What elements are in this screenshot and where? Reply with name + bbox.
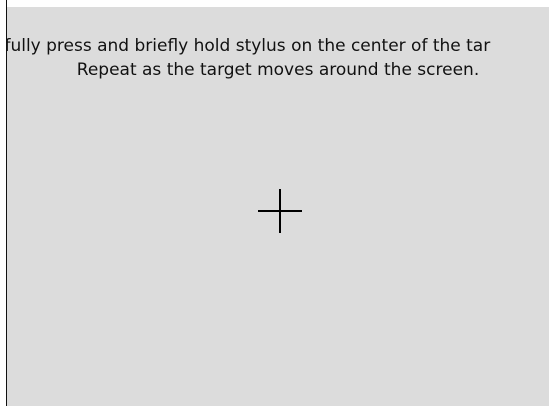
left-window-edge [0,0,7,406]
calibration-instruction-line-2: Repeat as the target moves around the sc… [76,60,480,80]
calibration-panel[interactable]: efully press and briefly hold stylus on … [7,7,549,406]
crosshair-vertical-line [279,189,281,233]
crosshair-icon[interactable] [258,189,302,233]
calibration-instruction-line-1: efully press and briefly hold stylus on … [7,36,491,56]
touch-calibration-screen: efully press and briefly hold stylus on … [0,0,549,406]
